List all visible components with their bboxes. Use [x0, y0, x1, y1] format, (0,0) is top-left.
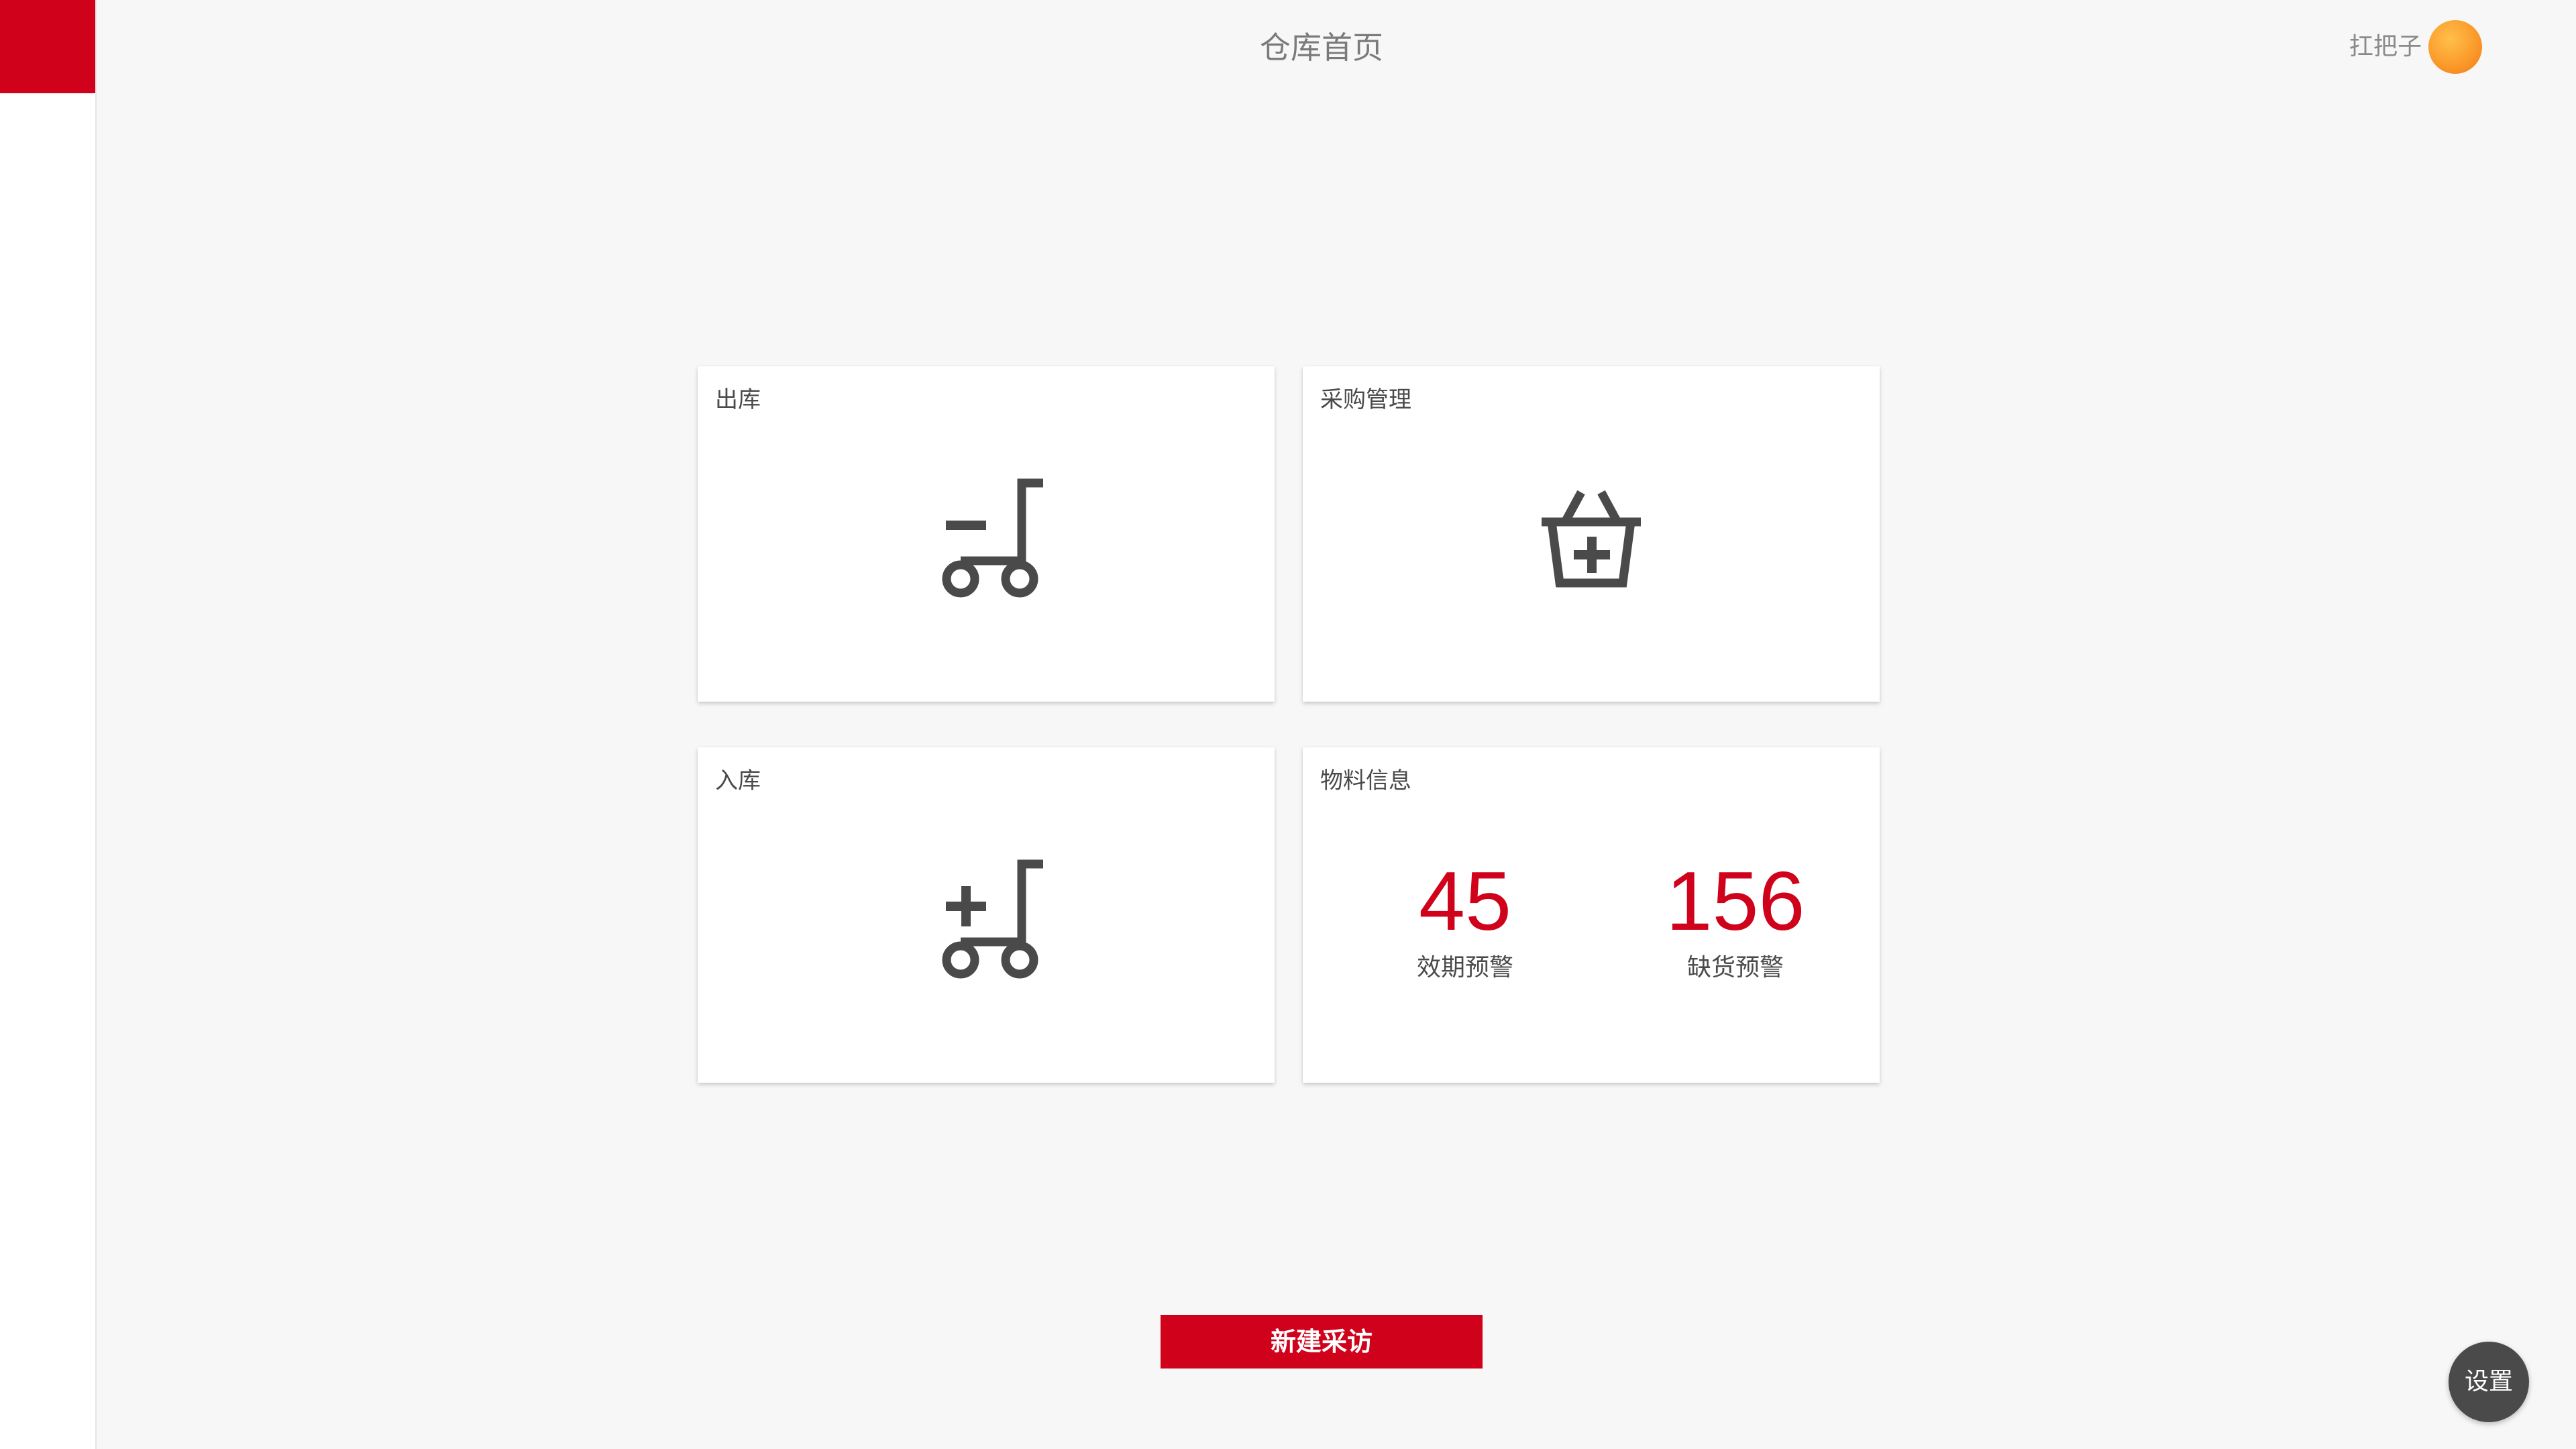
- stockout-warning-label: 缺货预警: [1686, 954, 1784, 981]
- page-title: 仓库首页: [1260, 30, 1383, 66]
- outbound-card[interactable]: 出库: [698, 366, 1275, 702]
- materials-card[interactable]: 物料信息 45 效期预警 156 缺货预警: [1303, 747, 1880, 1083]
- settings-button[interactable]: 设置: [2449, 1342, 2529, 1422]
- materials-card-title: 物料信息: [1320, 767, 1411, 794]
- purchase-card-title: 采购管理: [1320, 386, 1411, 413]
- stockout-warning-count: 156: [1666, 855, 1805, 948]
- sidebar: [0, 0, 97, 1449]
- cart-plus-icon: [942, 859, 1043, 979]
- avatar[interactable]: [2428, 20, 2482, 74]
- inbound-card-title: 入库: [715, 767, 761, 794]
- purchase-card[interactable]: 采购管理: [1303, 366, 1880, 702]
- new-purchase-button[interactable]: 新建采访: [1161, 1315, 1483, 1368]
- inbound-card[interactable]: 入库: [698, 747, 1275, 1083]
- expiry-warning-label: 效期预警: [1416, 954, 1513, 981]
- expiry-warning-count: 45: [1419, 855, 1511, 948]
- expiry-warning-stat[interactable]: 45 效期预警: [1378, 855, 1552, 985]
- stockout-warning-stat[interactable]: 156 缺货预警: [1648, 855, 1823, 985]
- app-logo[interactable]: [0, 0, 95, 93]
- outbound-card-title: 出库: [715, 386, 761, 413]
- user-name[interactable]: 扛把子: [2321, 27, 2422, 67]
- basket-plus-icon: [1542, 490, 1641, 588]
- cart-minus-icon: [942, 478, 1043, 598]
